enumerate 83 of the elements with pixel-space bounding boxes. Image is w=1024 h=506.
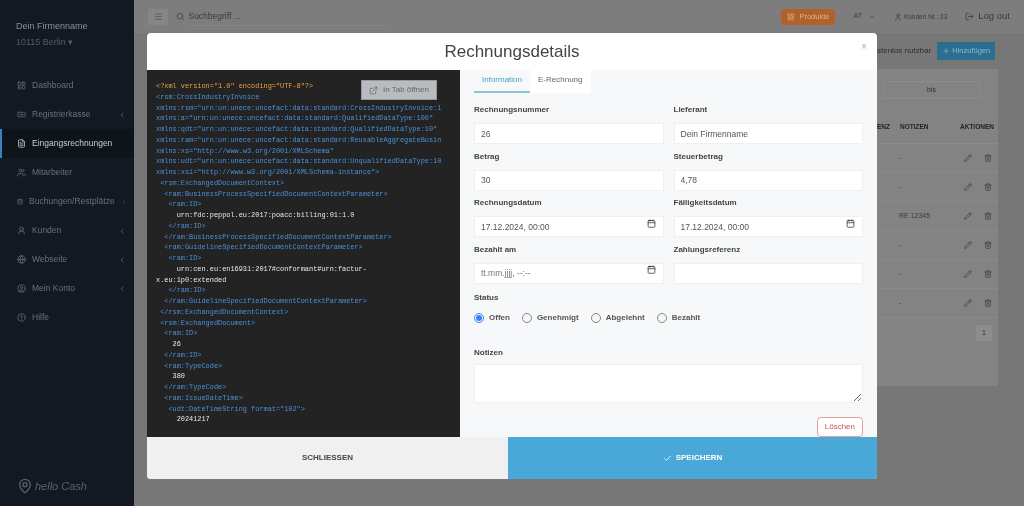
- menu-icon: [17, 255, 26, 264]
- field-label: Steuerbetrag: [673, 150, 724, 163]
- sidebar-item[interactable]: Kunden: [0, 216, 134, 245]
- close-button[interactable]: ×: [861, 39, 867, 54]
- pencil-icon: [964, 270, 972, 278]
- menu-icon: [153, 12, 163, 21]
- field-label: Bezahlt am: [474, 243, 518, 256]
- menu-icon: [17, 226, 26, 235]
- pencil-icon: [964, 299, 972, 307]
- input-field[interactable]: 30: [474, 169, 664, 191]
- sidebar-item[interactable]: Dashboard: [0, 71, 134, 100]
- field-label: Fälligkeitsdatum: [673, 197, 738, 210]
- menu-icon: [17, 139, 26, 148]
- sidebar-item[interactable]: Mein Konto: [0, 274, 134, 303]
- field-label: Rechnungsdatum: [474, 197, 543, 210]
- promo-text: stenlos nutzbar: [877, 45, 932, 57]
- input-field[interactable]: Dein Firmenname: [673, 123, 863, 145]
- close-dialog-button[interactable]: SCHLIESSEN: [147, 437, 508, 479]
- status-radio[interactable]: Offen: [474, 311, 510, 324]
- sidebar-item[interactable]: Buchungen/Restplätze: [0, 187, 134, 216]
- datetime-field[interactable]: 17.12.2024, 00:00: [673, 216, 863, 238]
- user-icon: [893, 12, 902, 21]
- calendar-icon[interactable]: [646, 265, 656, 275]
- logo-text: hello Cash: [35, 478, 87, 494]
- calendar-icon[interactable]: [846, 218, 855, 228]
- trash-icon: [984, 212, 992, 220]
- menu-icon: [17, 110, 26, 119]
- pencil-icon: [964, 183, 972, 191]
- company-name: Dein Firmenname: [16, 20, 89, 33]
- chevron-icon: [118, 284, 126, 293]
- status-radio[interactable]: Bezahlt: [656, 311, 701, 324]
- chevron-icon: [118, 226, 126, 235]
- trash-icon: [984, 270, 992, 278]
- menu-icon: [17, 284, 26, 293]
- input-field[interactable]: 4,78: [673, 169, 863, 191]
- external-link-icon: [369, 85, 378, 95]
- menu-icon: [17, 168, 26, 177]
- notes-field[interactable]: [474, 363, 863, 403]
- logout-button[interactable]: Log out: [965, 9, 1010, 24]
- open-in-tab-button[interactable]: In Tab öffnen: [361, 80, 437, 100]
- trash-icon: [984, 241, 992, 249]
- chevron-icon: [118, 110, 126, 119]
- menu-icon: [17, 81, 26, 90]
- pencil-icon: [964, 241, 972, 249]
- grid-icon: [787, 12, 796, 21]
- field-label: Betrag: [474, 150, 501, 163]
- sidebar-item[interactable]: Eingangsrechnungen: [0, 129, 134, 158]
- check-icon: [662, 453, 672, 463]
- trash-icon: [984, 154, 992, 162]
- field-label: Rechnungsnummer: [474, 104, 551, 117]
- trash-icon: [984, 183, 992, 191]
- calendar-icon[interactable]: [646, 218, 656, 228]
- logout-icon: [965, 12, 975, 21]
- sidebar-item[interactable]: Mitarbeiter: [0, 158, 134, 187]
- pencil-icon: [964, 212, 972, 220]
- menu-button[interactable]: [148, 8, 168, 25]
- field-label: Status: [474, 291, 500, 304]
- tab[interactable]: E-Rechnung: [530, 70, 591, 93]
- search-field[interactable]: Suchbegriff ...: [188, 7, 386, 26]
- field-label: Lieferant: [673, 104, 709, 117]
- menu-icon: [17, 197, 24, 206]
- sidebar-item[interactable]: Registrierkasse: [0, 100, 134, 129]
- pin-logo-icon: [17, 477, 33, 494]
- field-label: Zahlungsreferenz: [673, 243, 742, 256]
- delete-button[interactable]: Löschen: [816, 417, 863, 437]
- input-field[interactable]: 26: [474, 123, 664, 145]
- save-button[interactable]: SPEICHERN: [508, 437, 877, 479]
- trash-icon: [984, 299, 992, 307]
- plus-icon: [942, 47, 951, 55]
- chevron-icon: [118, 255, 126, 264]
- datetime-field[interactable]: tt.mm.jjjj, --:--: [474, 262, 664, 284]
- chevron-icon: [120, 197, 126, 206]
- sidebar-item[interactable]: Hilfe: [0, 303, 134, 332]
- status-radio[interactable]: Genehmigt: [521, 311, 579, 324]
- status-radio[interactable]: Abgelehnt: [590, 311, 645, 324]
- dialog-title: Rechnungsdetails: [444, 40, 580, 63]
- search-icon: [176, 12, 185, 21]
- location-selector[interactable]: 10115 Berlin ▾: [16, 35, 118, 49]
- menu-icon: [17, 313, 26, 322]
- field-label: Notizen: [474, 346, 504, 359]
- sidebar-item[interactable]: Webseite: [0, 245, 134, 274]
- pencil-icon: [964, 154, 972, 162]
- datetime-field[interactable]: 17.12.2024, 00:00: [474, 216, 664, 238]
